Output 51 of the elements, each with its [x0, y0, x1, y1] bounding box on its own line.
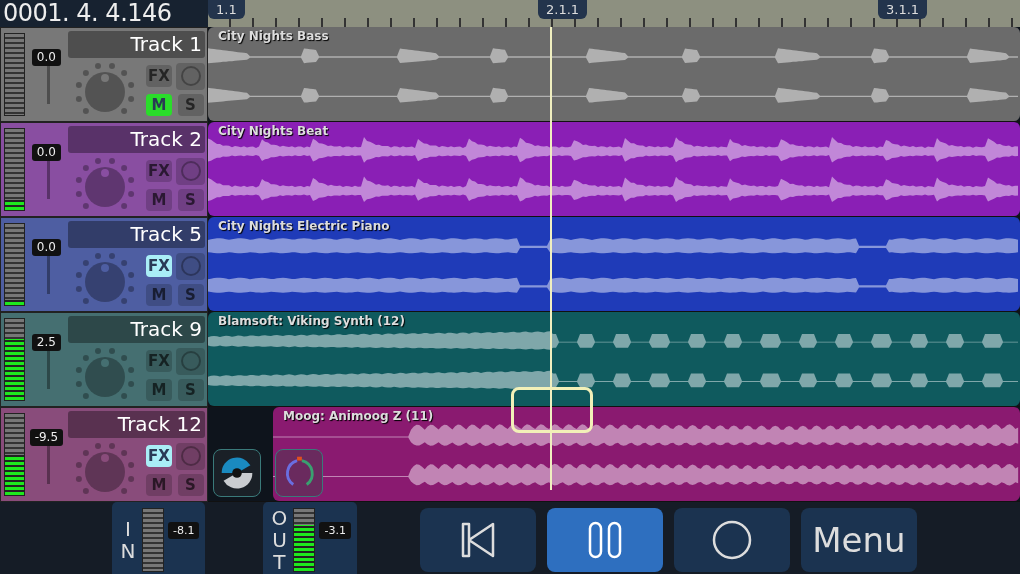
- audio-clip[interactable]: Blamsoft: Viking Synth (12): [208, 312, 1020, 406]
- clip-title: City Nights Beat: [217, 123, 330, 140]
- bar-marker: 2.1.1: [538, 0, 588, 19]
- selection-frame[interactable]: [511, 387, 593, 433]
- time-display: 0001. 4. 4.146: [0, 0, 208, 27]
- circle-icon: [179, 65, 202, 87]
- track-name[interactable]: Track 9: [68, 316, 205, 343]
- volume-readout[interactable]: 0.0: [31, 144, 61, 161]
- level-readout: -3.1: [319, 522, 351, 539]
- track-name[interactable]: Track 2: [68, 126, 205, 153]
- bar-marker: 3.1.1: [878, 0, 928, 19]
- fx-button[interactable]: FX: [146, 445, 172, 467]
- track-name[interactable]: Track 1: [68, 31, 205, 58]
- volume-readout[interactable]: -9.5: [29, 429, 64, 446]
- record-button[interactable]: [673, 508, 790, 572]
- circle-icon: [179, 445, 202, 467]
- record-arm-button[interactable]: [176, 347, 205, 375]
- audio-clip[interactable]: City Nights Beat: [208, 122, 1020, 216]
- rewind-button[interactable]: [419, 508, 536, 572]
- output-label: OUT: [270, 507, 289, 573]
- menu-button[interactable]: Menu: [800, 508, 917, 572]
- clip-title: Blamsoft: Viking Synth (12): [217, 313, 406, 330]
- mute-button[interactable]: M: [146, 93, 172, 116]
- circle-icon: [179, 350, 202, 372]
- track-name[interactable]: Track 12: [68, 411, 205, 438]
- level-meter: [142, 508, 164, 572]
- bar-marker: 1.1: [208, 0, 245, 19]
- level-readout: -8.1: [168, 522, 200, 539]
- circle-icon: [179, 160, 202, 182]
- audio-clip[interactable]: City Nights Bass: [208, 27, 1020, 121]
- volume-readout[interactable]: 0.0: [31, 239, 61, 256]
- circle-icon: [179, 255, 202, 277]
- plugin-icon[interactable]: [213, 449, 261, 497]
- pause-button[interactable]: [546, 508, 663, 572]
- audio-clip[interactable]: City Nights Electric Piano: [208, 217, 1020, 311]
- volume-readout[interactable]: 0.0: [31, 49, 61, 66]
- timeline-ruler[interactable]: 1.1 2.1.1 3.1.1: [208, 0, 1020, 27]
- record-arm-button[interactable]: [176, 157, 205, 185]
- record-icon: [711, 520, 752, 560]
- fx-button[interactable]: FX: [146, 255, 172, 277]
- audio-clip[interactable]: Moog: Animoog Z (11): [273, 407, 1020, 501]
- clip-title: City Nights Electric Piano: [217, 218, 391, 235]
- dial-icon[interactable]: [275, 449, 323, 497]
- input-label: IN: [119, 518, 137, 562]
- clip-title: City Nights Bass: [217, 28, 330, 45]
- clip-title: Moog: Animoog Z (11): [282, 408, 435, 425]
- record-arm-button[interactable]: [176, 62, 205, 90]
- track-name[interactable]: Track 5: [68, 221, 205, 248]
- record-arm-button[interactable]: [176, 442, 205, 470]
- volume-readout[interactable]: 2.5: [31, 334, 61, 351]
- record-arm-button[interactable]: [176, 252, 205, 280]
